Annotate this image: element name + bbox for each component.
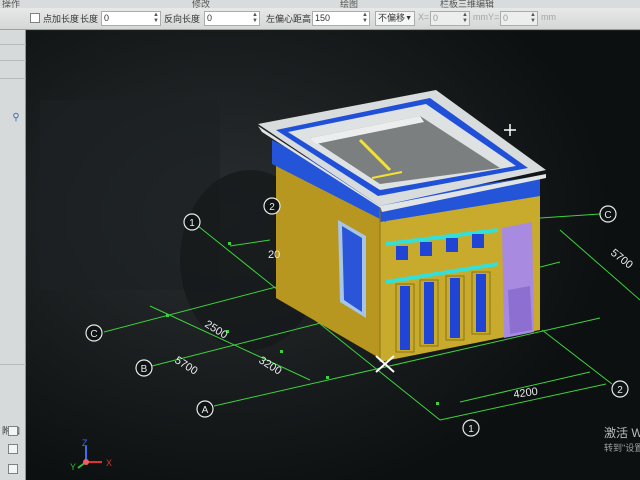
option-checkbox[interactable] <box>8 464 18 474</box>
upper-window <box>446 238 458 252</box>
dimension-20: 20 <box>268 249 280 261</box>
axis-label-1-right: 1 <box>468 424 474 435</box>
reverse-length-spinner-icon[interactable]: ▲ ▼ <box>252 12 258 24</box>
upper-window <box>472 234 484 248</box>
search-icon[interactable]: ⚲ <box>9 112 23 126</box>
point-length-label: 点加长度 <box>43 14 80 24</box>
reverse-length-input[interactable]: 0 ▲ ▼ <box>204 11 260 26</box>
dim-tick <box>436 402 439 405</box>
tall-window <box>424 282 434 344</box>
offset-mode-value: 不偏移 <box>378 13 406 23</box>
y-axis-label: Y <box>70 462 76 472</box>
x-axis-label: X <box>106 458 112 468</box>
side-window <box>342 226 362 312</box>
dim-tick <box>280 350 283 353</box>
y-spinner-icon[interactable]: ▲ ▼ <box>530 12 536 24</box>
axis-origin <box>83 459 89 465</box>
x-spinner-icon[interactable]: ▲ ▼ <box>462 12 468 24</box>
point-length-checkbox[interactable] <box>30 13 40 23</box>
axis-label-c-left: C <box>90 329 97 340</box>
length-spinner-icon[interactable]: ▲ ▼ <box>153 12 159 24</box>
activation-watermark-sub: 转到"设置 <box>604 443 640 453</box>
upper-window <box>420 242 432 256</box>
length-label: 长度 <box>80 14 99 24</box>
reverse-length-value: 0 <box>207 13 213 23</box>
3d-viewport[interactable]: C B A 1 2 C 2 1 2500 5700 3200 20 4200 5… <box>26 31 640 480</box>
axis-label-2-left: 2 <box>269 202 275 213</box>
tall-window <box>400 286 410 350</box>
option-checkbox[interactable] <box>8 426 18 436</box>
length-value: 0 <box>104 13 110 23</box>
activation-watermark: 激活 W <box>604 426 640 440</box>
y-input[interactable]: 0 ▲ ▼ <box>500 11 538 26</box>
option-checkbox[interactable] <box>8 444 18 454</box>
axis-label-1-left: 1 <box>189 218 195 229</box>
tall-window <box>476 274 486 332</box>
offset-mode-select[interactable]: 不偏移 ▼ <box>375 11 415 26</box>
axis-label-a: A <box>202 405 209 416</box>
y-value: 0 <box>503 13 509 23</box>
left-panel: ⚲ 附加 <box>0 30 26 480</box>
x-label: X= <box>418 12 430 22</box>
chevron-down-icon: ▼ <box>405 15 412 22</box>
z-axis-label: Z <box>82 438 88 448</box>
left-offset-label: 左偏心距高 <box>266 14 312 24</box>
scene-canvas: C B A 1 2 C 2 1 2500 5700 3200 20 4200 5… <box>26 31 640 480</box>
panel-divider <box>0 60 26 61</box>
menu-strip: 操作 修改 绘图 栏板三维编辑 <box>0 0 640 9</box>
x-value: 0 <box>433 13 439 23</box>
length-input[interactable]: 0 ▲ ▼ <box>101 11 161 26</box>
panel-divider <box>0 44 26 45</box>
y-label: Y= <box>488 12 500 22</box>
axis-label-2-right: 2 <box>617 385 623 396</box>
door-opening-inner <box>508 286 532 334</box>
unit-mm-1: mm <box>473 12 488 22</box>
upper-window <box>396 246 408 260</box>
dim-tick <box>166 314 169 317</box>
reverse-length-label: 反向长度 <box>164 14 201 24</box>
toolbar: 点加长度 长度 0 ▲ ▼ 反向长度 0 ▲ ▼ 左偏心距高 150 ▲ ▼ 不偏移 ▼ X=… <box>0 8 640 30</box>
unit-mm-2: mm <box>541 12 556 22</box>
dim-tick <box>228 242 231 245</box>
left-offset-spinner-icon[interactable]: ▲ ▼ <box>362 12 368 24</box>
tall-window <box>450 278 460 338</box>
dim-tick <box>326 376 329 379</box>
panel-divider <box>0 364 26 365</box>
axis-label-b: B <box>141 364 148 375</box>
panel-divider <box>0 78 26 79</box>
left-offset-input[interactable]: 150 ▲ ▼ <box>312 11 370 26</box>
x-input[interactable]: 0 ▲ ▼ <box>430 11 470 26</box>
left-offset-value: 150 <box>315 13 331 23</box>
axis-label-c-right: C <box>604 210 611 221</box>
